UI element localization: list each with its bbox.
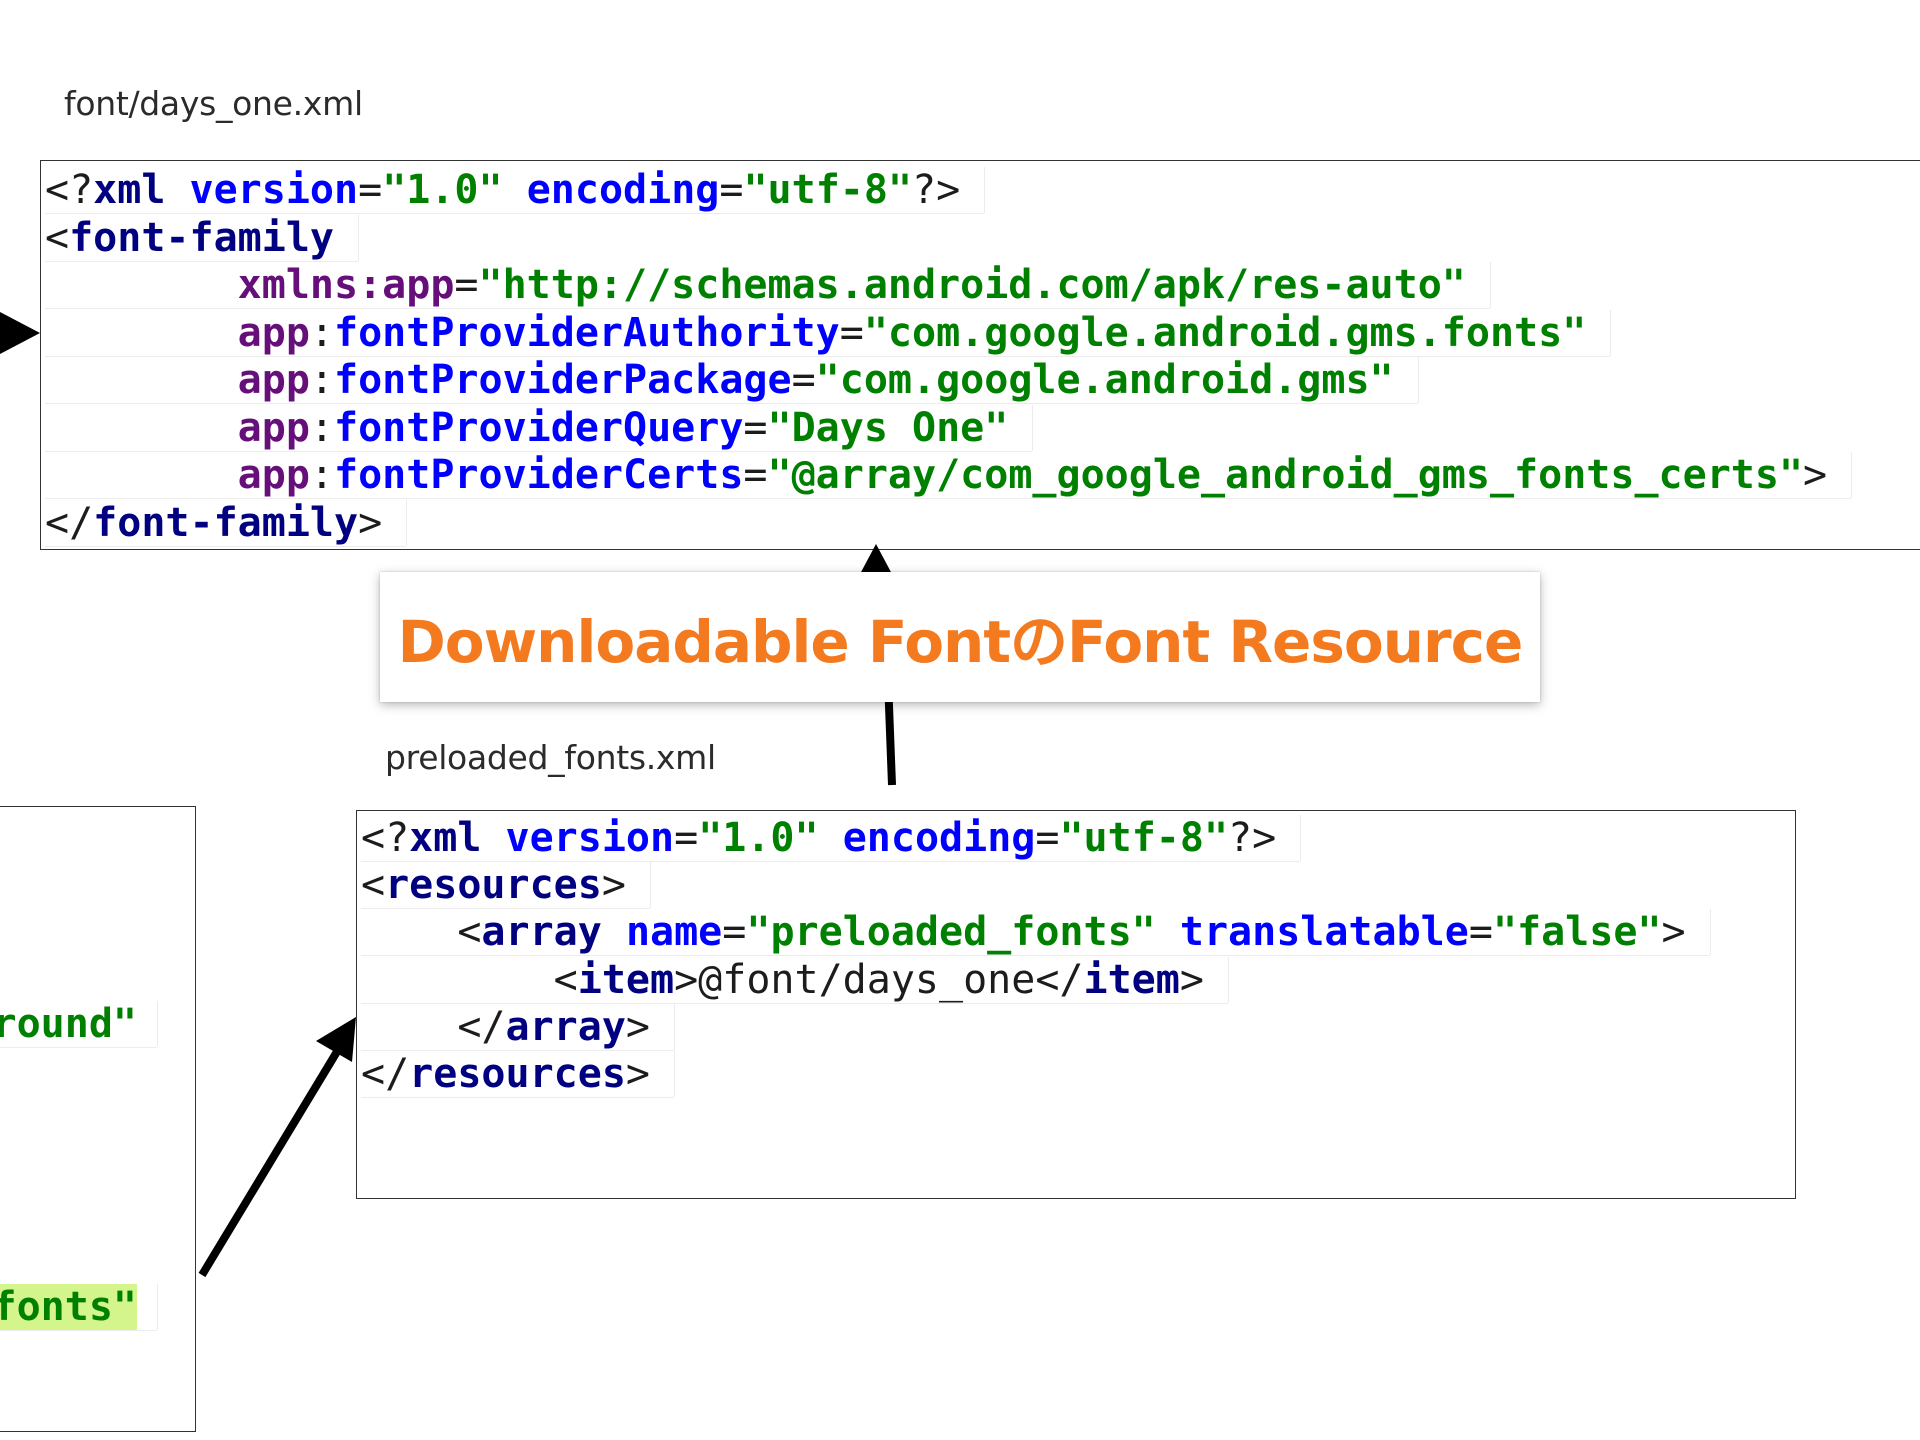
arrows-layer [0,312,896,1278]
up-arrow-head [860,544,892,574]
title-callout: Downloadable FontのFont Resource [380,572,1540,702]
left-arrow-head [0,312,40,354]
callout-title: Downloadable FontのFont Resource [397,608,1524,676]
diagonal-arrow-line [198,1047,342,1278]
